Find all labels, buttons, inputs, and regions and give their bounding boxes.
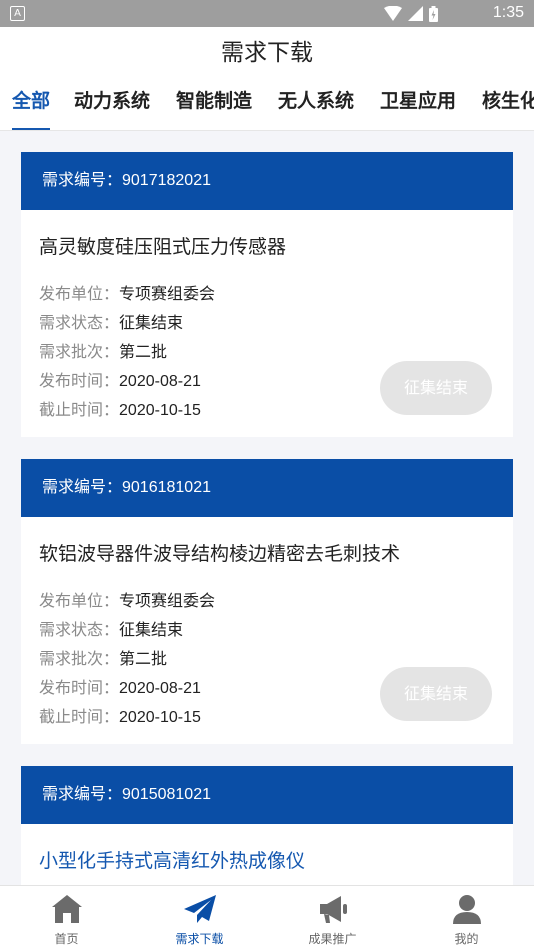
clock: 1:35 [492, 4, 524, 21]
tab-all[interactable]: 全部 [12, 79, 51, 130]
tabbar-mine[interactable]: 我的 [400, 886, 533, 950]
meta-status: 需求状态：征集结束 [39, 622, 184, 639]
category-tabs: 全部 动力系统 智能制造 无人系统 卫星应用 核生化 [0, 79, 534, 131]
demand-title[interactable]: 软铝波导器件波导结构棱边精密去毛刺技术 [21, 517, 513, 587]
page-title: 需求下载 [221, 40, 313, 66]
status-bar: A 1:35 [0, 0, 534, 27]
tabbar-label: 成果推广 [308, 932, 357, 946]
tabbar-achievement-promotion[interactable]: 成果推广 [266, 886, 399, 950]
paper-plane-icon [183, 895, 216, 923]
demand-card[interactable]: 需求编号：9016181021 软铝波导器件波导结构棱边精密去毛刺技术 发布单位… [21, 459, 513, 744]
tab-nbc[interactable]: 核生化 [482, 79, 534, 130]
battery-icon [429, 5, 438, 22]
meta-publisher: 发布单位：专项赛组委会 [39, 593, 216, 610]
bottom-tab-bar: 首页 需求下载 成果推广 我的 [0, 885, 534, 950]
tab-power-system[interactable]: 动力系统 [74, 79, 150, 130]
tabbar-label: 需求下载 [175, 932, 224, 946]
demand-list: 需求编号：9017182021 高灵敏度硅压阻式压力传感器 发布单位：专项赛组委… [0, 131, 534, 885]
demand-title[interactable]: 小型化手持式高清红外热成像仪 [21, 824, 513, 885]
user-icon [452, 895, 481, 924]
tab-satellite-application[interactable]: 卫星应用 [380, 79, 456, 130]
demand-card[interactable]: 需求编号：9017182021 高灵敏度硅压阻式压力传感器 发布单位：专项赛组委… [21, 152, 513, 437]
app-notification-icon: A [10, 6, 25, 21]
cell-signal-icon [408, 6, 423, 21]
meta-publisher: 发布单位：专项赛组委会 [39, 286, 216, 303]
collection-ended-button[interactable]: 征集结束 [380, 361, 492, 415]
tab-unmanned-system[interactable]: 无人系统 [278, 79, 354, 130]
wifi-icon [384, 6, 402, 21]
demand-id: 需求编号：9015081021 [21, 766, 513, 824]
demand-id: 需求编号：9017182021 [21, 152, 513, 210]
tab-smart-manufacturing[interactable]: 智能制造 [176, 79, 252, 130]
demand-card[interactable]: 需求编号：9015081021 小型化手持式高清红外热成像仪 [21, 766, 513, 885]
collection-ended-button[interactable]: 征集结束 [380, 667, 492, 721]
tabbar-label: 首页 [54, 932, 79, 946]
app-header: 需求下载 [0, 27, 534, 79]
demand-title[interactable]: 高灵敏度硅压阻式压力传感器 [21, 210, 513, 280]
tabbar-demand-download[interactable]: 需求下载 [133, 886, 266, 950]
home-icon [51, 895, 82, 923]
meta-status: 需求状态：征集结束 [39, 315, 184, 332]
demand-id: 需求编号：9016181021 [21, 459, 513, 517]
megaphone-icon [319, 896, 347, 923]
tabbar-label: 我的 [454, 932, 479, 946]
tabbar-home[interactable]: 首页 [0, 886, 133, 950]
